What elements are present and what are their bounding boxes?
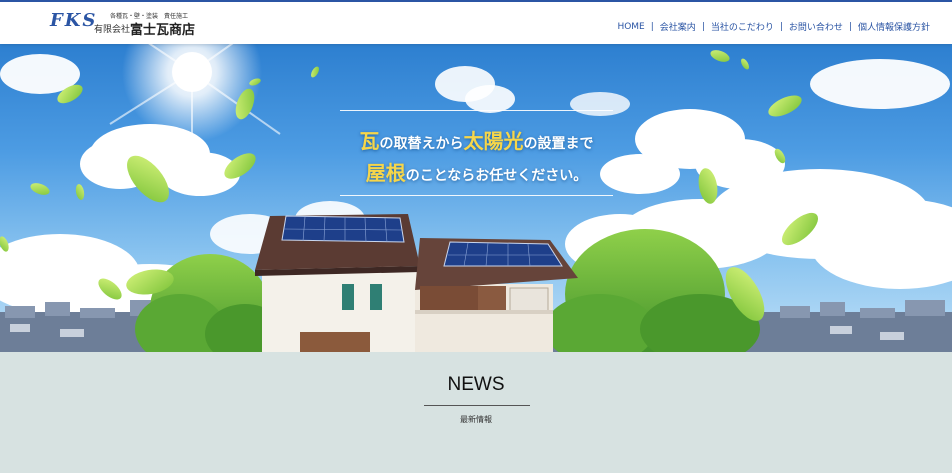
nav-privacy[interactable]: 個人情報保護方針 bbox=[858, 20, 930, 33]
headline-emphasis: 屋根 bbox=[365, 161, 406, 185]
nav-separator: | bbox=[701, 21, 705, 32]
house-illustration bbox=[255, 214, 578, 352]
logo-mark: FKS bbox=[50, 10, 98, 31]
news-title: NEWS bbox=[447, 374, 505, 395]
news-section: NEWS 最新情報 bbox=[0, 352, 952, 473]
nav-separator: | bbox=[650, 21, 654, 32]
news-divider bbox=[424, 405, 530, 406]
hero-banner: 瓦の取替えから太陽光の設置まで 屋根のことならお任せください。 bbox=[0, 44, 952, 352]
main-nav: HOME | 会社案内 | 当社のこだわり | お問い合わせ | 個人情報保護方… bbox=[617, 20, 930, 34]
hero-illustration bbox=[0, 44, 952, 352]
nav-home[interactable]: HOME bbox=[617, 22, 644, 32]
headline-text: の設置まで bbox=[523, 136, 594, 152]
headline-text: のことならお任せください。 bbox=[405, 168, 588, 184]
logo-company-type: 有限会社 bbox=[94, 25, 131, 35]
news-subtitle: 最新情報 bbox=[460, 415, 492, 424]
nav-contact[interactable]: お問い合わせ bbox=[789, 20, 843, 33]
headline-line-2: 屋根のことならお任せください。 bbox=[340, 157, 613, 186]
nav-separator: | bbox=[779, 21, 783, 32]
headline-emphasis: 瓦 bbox=[359, 129, 380, 153]
headline-line-1: 瓦の取替えから太陽光の設置まで bbox=[340, 125, 613, 154]
site-header: FKS 各種瓦・壁・塗装 責任施工 有限会社 富士瓦商店 HOME | 会社案内… bbox=[0, 0, 952, 44]
nav-company[interactable]: 会社案内 bbox=[660, 20, 696, 33]
headline-text: の取替えから bbox=[379, 136, 464, 152]
logo-company-name: 富士瓦商店 bbox=[130, 23, 196, 38]
nav-commitment[interactable]: 当社のこだわり bbox=[711, 20, 774, 33]
nav-separator: | bbox=[848, 21, 852, 32]
hero-headline: 瓦の取替えから太陽光の設置まで 屋根のことならお任せください。 bbox=[340, 110, 613, 196]
headline-emphasis: 太陽光 bbox=[463, 129, 524, 153]
